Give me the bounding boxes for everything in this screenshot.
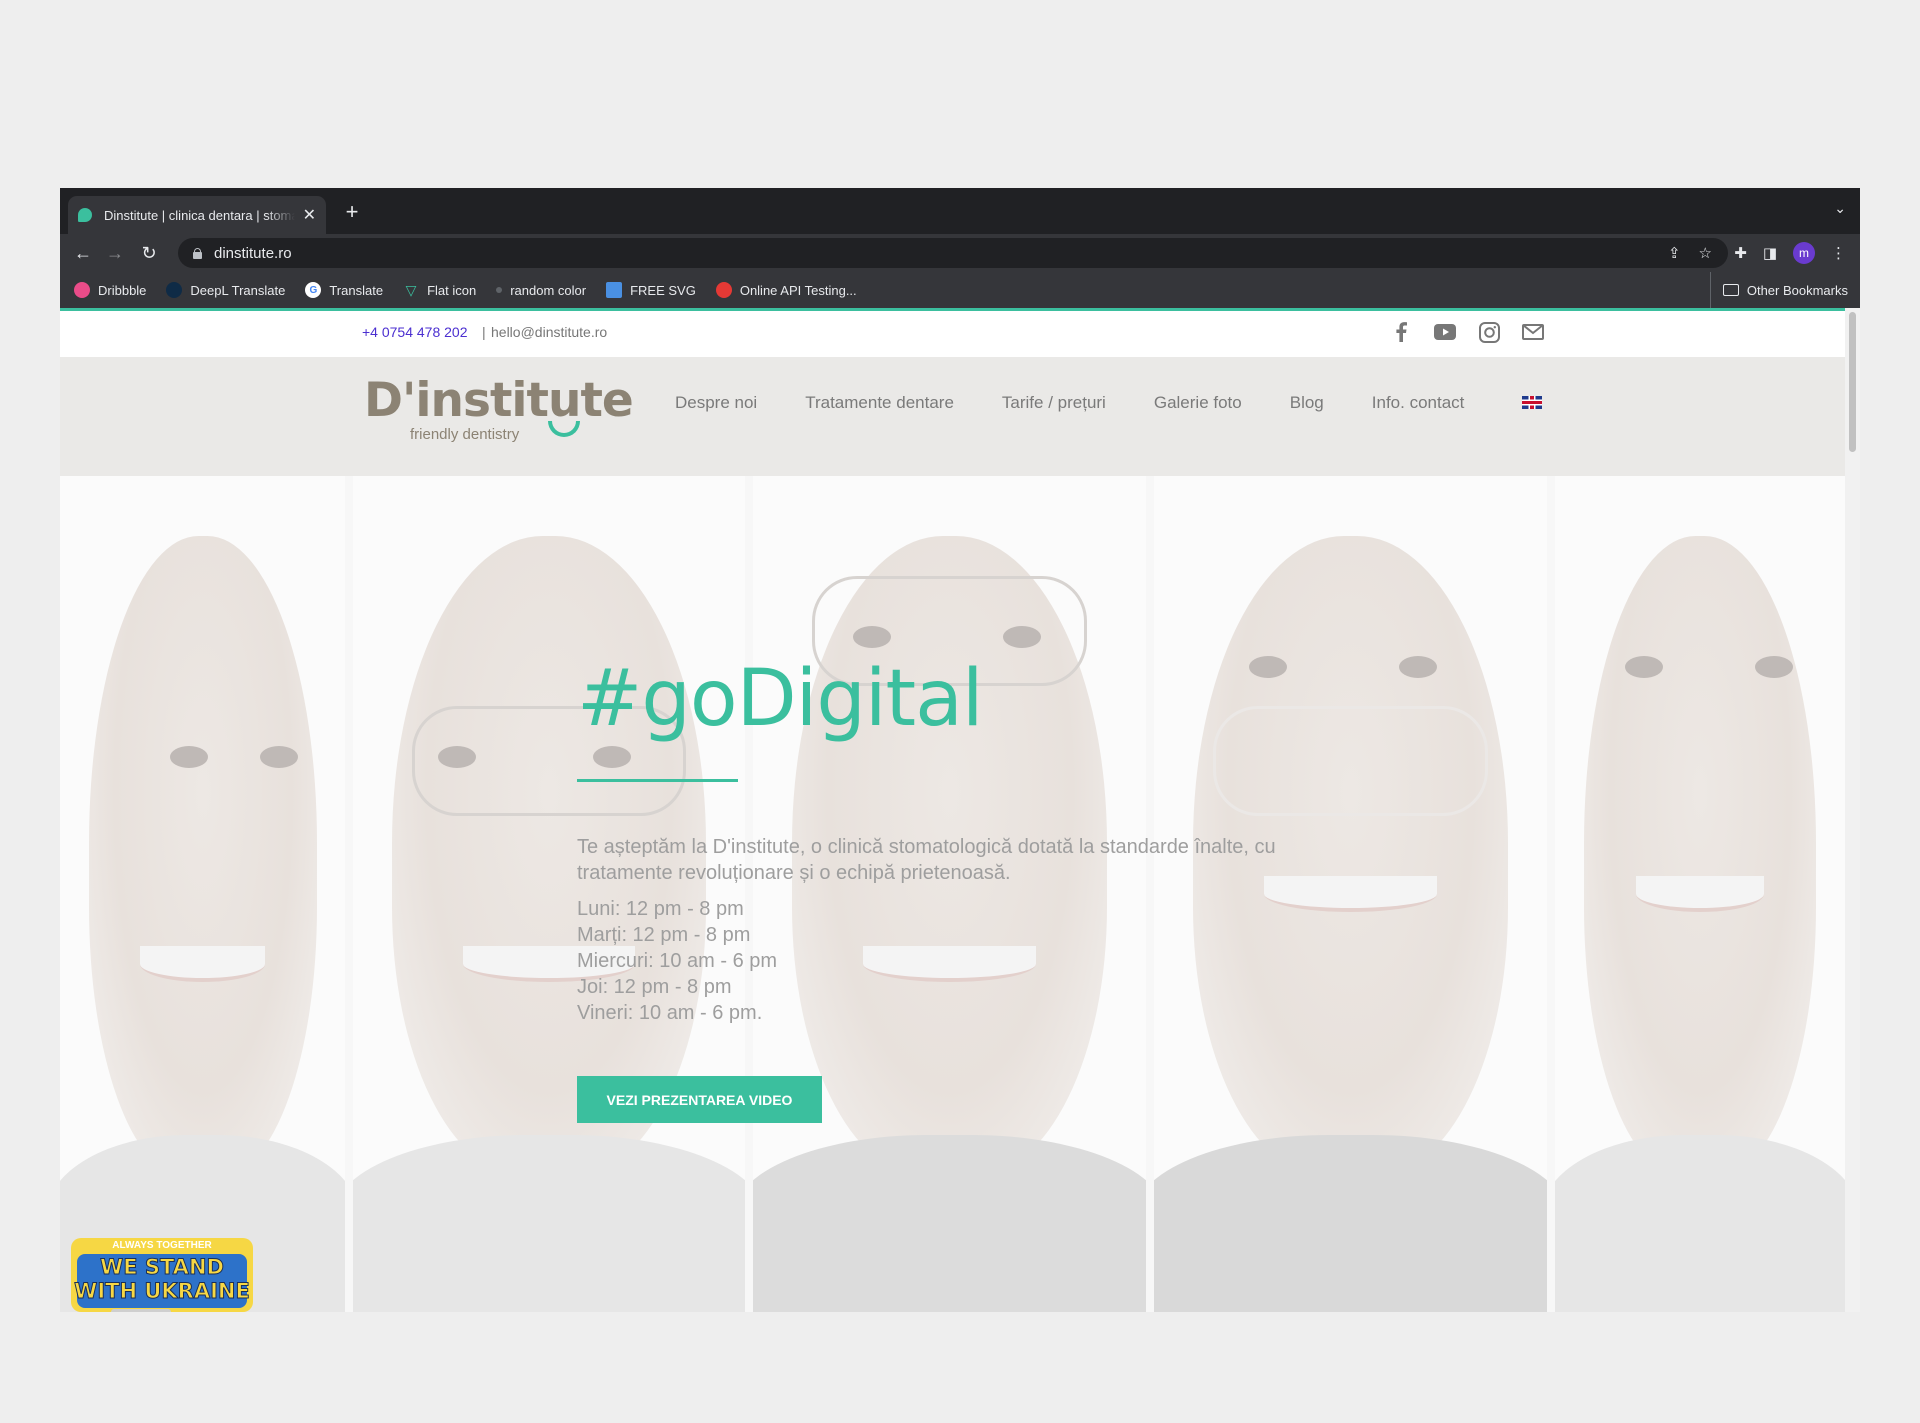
youtube-icon[interactable] — [1434, 321, 1456, 343]
bookmark-translate[interactable]: G Translate — [305, 282, 383, 298]
browser-tab[interactable]: Dinstitute | clinica dentara | stomatolo… — [68, 196, 326, 234]
page-scrollbar[interactable] — [1845, 308, 1860, 1312]
ukraine-badge[interactable]: ALWAYS TOGETHER WE STAND WITH UKRAINE — [71, 1238, 253, 1312]
forward-icon[interactable]: → — [100, 238, 130, 268]
contact-bar: +4 0754 478 202 | hello@dinstitute.ro — [60, 311, 1845, 357]
hours-line: Marți: 12 pm - 8 pm — [577, 924, 751, 946]
badge-toggle-handle[interactable] — [111, 1309, 171, 1312]
new-tab-button[interactable]: + — [336, 196, 368, 228]
site-favicon-icon — [78, 208, 92, 222]
svg-icon — [606, 282, 623, 298]
main-menu: Despre noi Tratamente dentare Tarife / p… — [675, 393, 1464, 413]
profile-avatar[interactable]: m — [1793, 242, 1815, 264]
menu-item-galerie[interactable]: Galerie foto — [1154, 393, 1242, 413]
bookmark-label: Flat icon — [427, 282, 477, 298]
hero-title: #goDigital — [577, 654, 984, 744]
uk-flag-icon[interactable] — [1522, 396, 1542, 409]
social-links — [1390, 321, 1544, 343]
video-presentation-button[interactable]: VEZI PREZENTAREA VIDEO — [577, 1076, 822, 1123]
tab-title: Dinstitute | clinica dentara | stomatolo… — [104, 207, 295, 223]
dot-icon — [496, 287, 503, 293]
mail-icon[interactable] — [1522, 321, 1544, 343]
other-bookmarks-label: Other Bookmarks — [1746, 282, 1848, 298]
tab-search-icon[interactable]: ⌄ — [1834, 200, 1846, 217]
bookmark-flaticon[interactable]: ▽ Flat icon — [403, 281, 477, 298]
api-icon — [715, 282, 732, 298]
reload-icon[interactable]: ↻ — [134, 238, 164, 268]
bookmark-label: Dribbble — [98, 282, 147, 298]
hero-description: Te așteptăm la D'institute, o clinică st… — [577, 836, 1276, 884]
browser-menu-icon[interactable]: ⋮ — [1831, 244, 1846, 262]
lock-icon — [192, 247, 202, 259]
close-tab-icon[interactable]: ✕ — [303, 205, 316, 225]
extensions-icon[interactable]: ✚ — [1734, 244, 1747, 262]
hero-underline — [577, 779, 738, 782]
hours-line: Luni: 12 pm - 8 pm — [577, 898, 744, 920]
share-icon[interactable]: ⇪ — [1668, 244, 1681, 262]
hours-line: Miercuri: 10 am - 6 pm — [577, 950, 778, 972]
bookmark-api-testing[interactable]: Online API Testing... — [715, 282, 857, 298]
hours-line: Vineri: 10 am - 6 pm. — [577, 1002, 763, 1024]
menu-item-tratamente[interactable]: Tratamente dentare — [805, 393, 954, 413]
scrollbar-thumb[interactable] — [1849, 312, 1856, 452]
url-text: dinstitute.ro — [214, 244, 292, 262]
bookmark-label: random color — [510, 282, 587, 298]
bookmark-star-icon[interactable]: ☆ — [1699, 244, 1712, 262]
address-bar[interactable]: dinstitute.ro ⇪ ☆ — [178, 238, 1728, 268]
menu-item-tarife[interactable]: Tarife / prețuri — [1002, 393, 1106, 413]
badge-line1: WE STAND — [100, 1255, 225, 1280]
bookmark-label: FREE SVG — [630, 282, 696, 298]
contact-separator: | — [482, 324, 486, 340]
logo-tagline: friendly dentistry — [410, 426, 520, 443]
hero-section: #goDigital Te așteptăm la D'institute, o… — [60, 476, 1845, 1312]
site-header: D'institute friendly dentistry Despre no… — [60, 357, 1845, 476]
team-photo — [353, 476, 745, 1312]
browser-toolbar: ← → ↻ dinstitute.ro ⇪ ☆ ✚ ◨ m ⋮ — [60, 234, 1860, 272]
team-photo — [1555, 476, 1845, 1312]
page-viewport: +4 0754 478 202 | hello@dinstitute.ro D'… — [60, 308, 1845, 1312]
menu-item-blog[interactable]: Blog — [1290, 393, 1324, 413]
hours-line: Joi: 12 pm - 8 pm — [577, 976, 732, 998]
bookmark-label: Translate — [329, 282, 384, 298]
phone-link[interactable]: +4 0754 478 202 — [362, 324, 468, 340]
badge-line2: WITH UKRAINE — [74, 1279, 251, 1304]
dribbble-icon — [74, 282, 90, 298]
bookmark-free-svg[interactable]: FREE SVG — [606, 282, 696, 298]
email-link[interactable]: hello@dinstitute.ro — [491, 324, 607, 340]
side-panel-icon[interactable]: ◨ — [1763, 244, 1777, 262]
team-photo — [1154, 476, 1547, 1312]
other-bookmarks[interactable]: Other Bookmarks — [1709, 272, 1848, 308]
flaticon-icon: ▽ — [405, 281, 417, 298]
team-photo — [753, 476, 1146, 1312]
instagram-icon[interactable] — [1478, 321, 1500, 343]
bookmark-label: DeepL Translate — [190, 282, 286, 298]
back-icon[interactable]: ← — [68, 238, 98, 268]
bookmark-label: Online API Testing... — [739, 282, 857, 298]
bookmark-deepl[interactable]: DeepL Translate — [166, 282, 285, 298]
tab-strip: Dinstitute | clinica dentara | stomatolo… — [60, 188, 1860, 234]
logo-smile-icon — [548, 421, 580, 437]
menu-item-contact[interactable]: Info. contact — [1372, 393, 1465, 413]
bookmark-dribbble[interactable]: Dribbble — [74, 282, 146, 298]
badge-top-text: ALWAYS TOGETHER — [112, 1240, 212, 1251]
facebook-icon[interactable] — [1390, 321, 1412, 343]
opening-hours: Luni: 12 pm - 8 pm Marți: 12 pm - 8 pm M… — [577, 896, 777, 1026]
bookmark-random-color[interactable]: random color — [496, 283, 586, 298]
team-photo — [60, 476, 345, 1312]
logo-wordmark: D'institute — [364, 373, 634, 428]
bookmarks-bar: Dribbble DeepL Translate G Translate ▽ F… — [60, 272, 1860, 308]
menu-item-despre-noi[interactable]: Despre noi — [675, 393, 757, 413]
google-icon: G — [305, 282, 322, 298]
browser-window: Dinstitute | clinica dentara | stomatolo… — [60, 188, 1860, 1312]
deepl-icon — [166, 282, 183, 298]
folder-icon — [1722, 284, 1739, 296]
site-logo[interactable]: D'institute friendly dentistry — [364, 373, 634, 443]
